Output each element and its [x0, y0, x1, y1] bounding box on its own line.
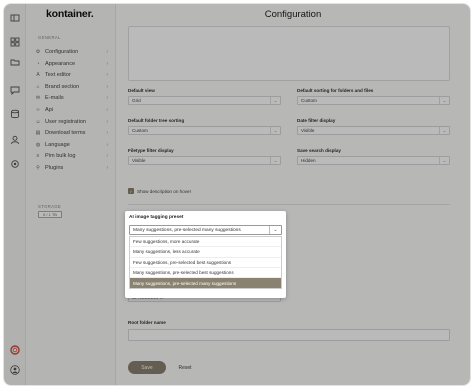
- modal-overlay[interactable]: [4, 4, 470, 385]
- ai-tagging-select[interactable]: Many suggestions, pre-selected many sugg…: [129, 225, 282, 235]
- dropdown-option[interactable]: Many suggestions, less accurate: [130, 247, 281, 258]
- dropdown-option[interactable]: Many suggestions, pre-selected best sugg…: [130, 268, 281, 279]
- app-window: kontainer. GENERAL ⚙ Configuration › ◔ Appea…: [3, 3, 471, 386]
- ai-tagging-options: Few suggestions, more accurate Many sugge…: [129, 236, 282, 290]
- dropdown-option[interactable]: Few suggestions, pre-selected best sugge…: [130, 258, 281, 268]
- ai-tagging-value: Many suggestions, pre-selected many sugg…: [133, 227, 241, 233]
- ai-tagging-popup: AI image tagging preset Many suggestions…: [125, 211, 286, 298]
- ai-tagging-label: AI image tagging preset: [129, 215, 184, 220]
- dropdown-option[interactable]: Many suggestions, pre-selected many sugg…: [130, 278, 281, 289]
- chevron-down-icon: ⌄: [269, 226, 281, 234]
- dropdown-option[interactable]: Few suggestions, more accurate: [130, 237, 281, 248]
